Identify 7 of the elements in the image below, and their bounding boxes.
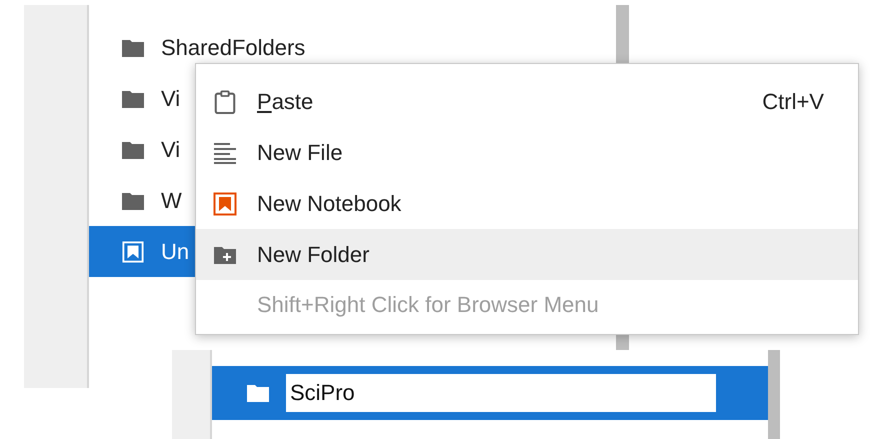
shortcut-label: Ctrl+V bbox=[762, 88, 824, 114]
menu-hint: Shift+Right Click for Browser Menu bbox=[256, 291, 600, 319]
file-name: W bbox=[161, 188, 182, 214]
file-name: Vi bbox=[161, 136, 180, 162]
file-name: SharedFolders bbox=[161, 34, 306, 60]
file-name: Un bbox=[161, 238, 190, 264]
file-name: Vi bbox=[161, 86, 180, 112]
